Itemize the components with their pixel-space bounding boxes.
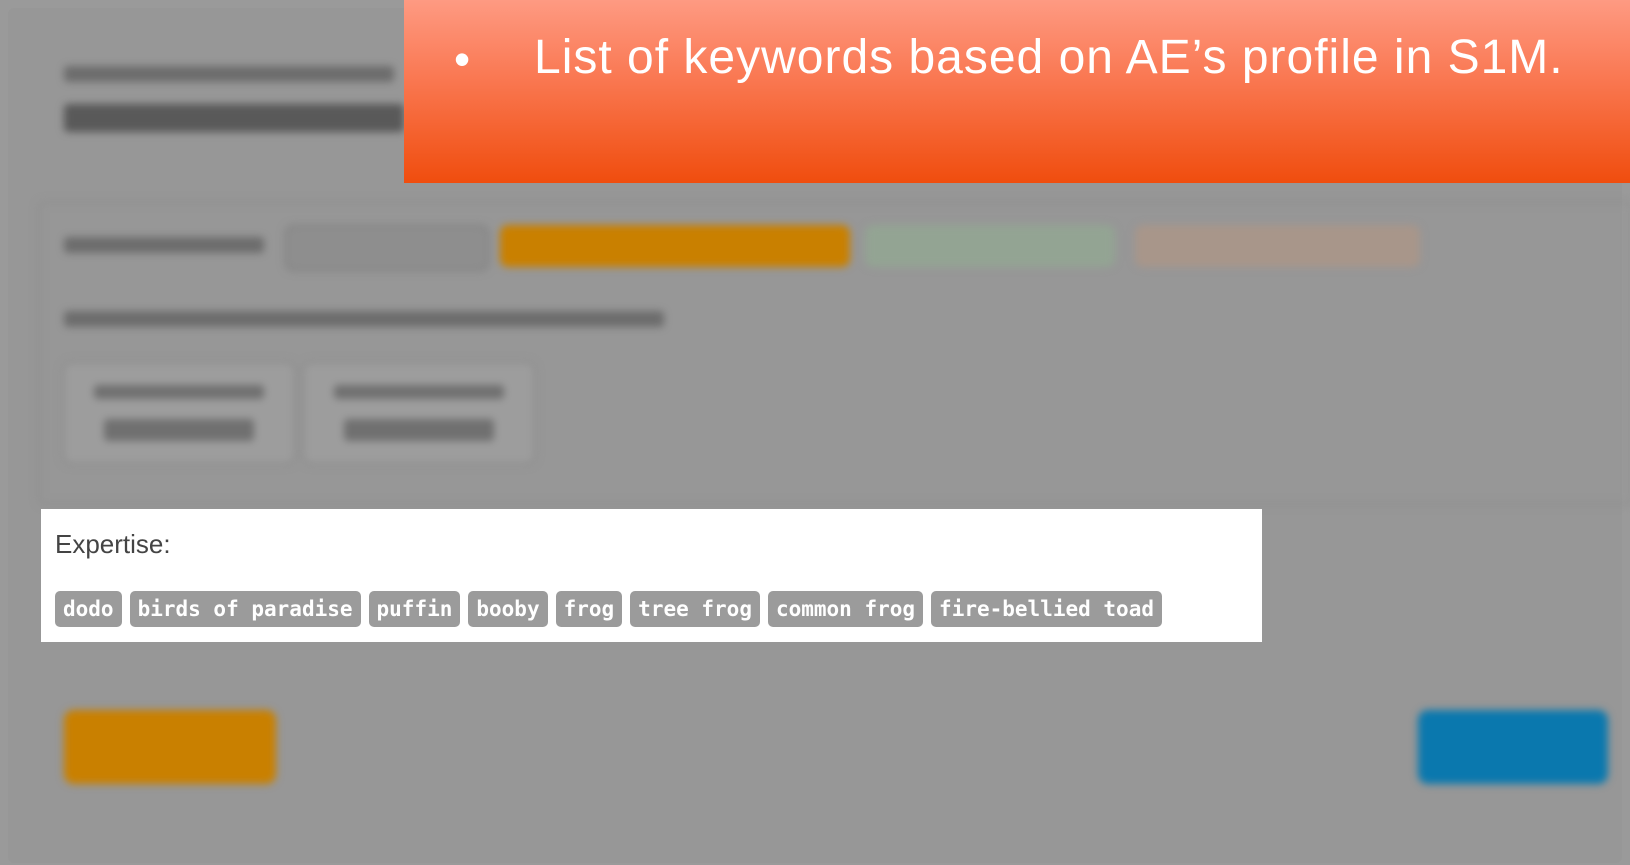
expertise-tag: birds of paradise xyxy=(129,591,361,627)
avg-time-pill xyxy=(865,225,1115,267)
card-header xyxy=(64,66,404,132)
expertise-tag: dodo xyxy=(55,591,122,627)
stats-section xyxy=(38,201,1630,505)
reviewer-pill xyxy=(500,225,850,267)
stat-box-2 xyxy=(302,361,536,465)
expertise-tag: common frog xyxy=(767,591,924,627)
callout-text: List of keywords based on AE’s profile i… xyxy=(534,31,1564,84)
expertise-tag: booby xyxy=(468,591,548,627)
callout-banner: • List of keywords based on AE’s profile… xyxy=(404,0,1630,183)
last-12-months-blur xyxy=(64,237,264,253)
expertise-tags: dodo birds of paradise puffin booby frog… xyxy=(55,591,1162,627)
submit-button[interactable] xyxy=(64,710,276,784)
expertise-tag: puffin xyxy=(368,591,461,627)
expertise-tag: tree frog xyxy=(630,591,760,627)
expertise-label: Expertise: xyxy=(55,529,171,559)
processed-pill xyxy=(285,225,489,271)
worst-time-pill xyxy=(1135,225,1420,267)
recommendation-blur xyxy=(64,311,664,327)
header-subtitle-blur xyxy=(64,66,394,82)
stat-box-1 xyxy=(62,361,296,465)
expertise-tag: frog xyxy=(555,591,623,627)
help-button[interactable] xyxy=(1418,710,1608,784)
bullet-icon: • xyxy=(454,33,471,85)
header-title-blur xyxy=(64,104,404,132)
expertise-panel: Expertise: dodo birds of paradise puffin… xyxy=(41,509,1262,642)
expertise-tag: fire-bellied toad xyxy=(931,591,1162,627)
